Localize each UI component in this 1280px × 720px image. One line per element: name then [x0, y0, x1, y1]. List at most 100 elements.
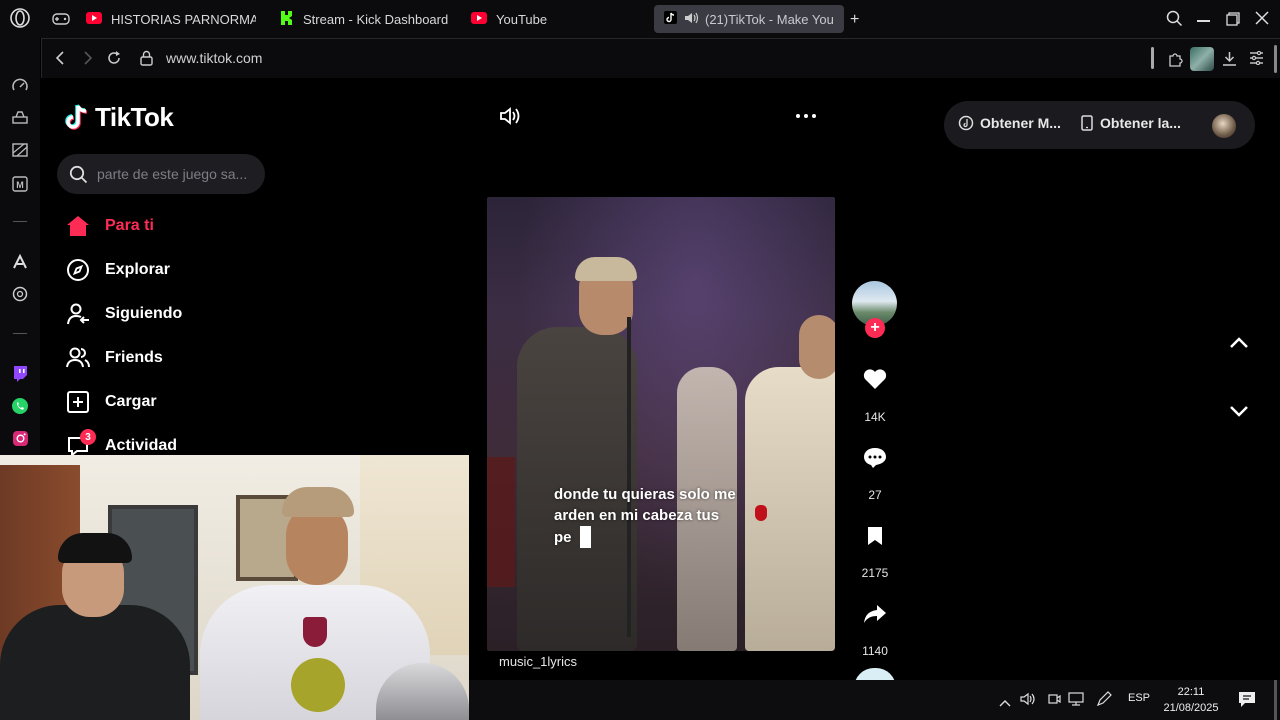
likes-count: 14K [864, 410, 886, 424]
youtube-icon [86, 11, 102, 27]
messenger-m-icon[interactable]: M [10, 174, 30, 194]
download-icon[interactable] [1222, 51, 1237, 71]
search-tabs-icon[interactable] [1166, 10, 1183, 32]
profile-avatar[interactable] [1190, 47, 1214, 71]
instagram-icon[interactable] [10, 428, 30, 448]
clock[interactable]: 22:11 21/08/2025 [1159, 684, 1223, 716]
tiktok-logo[interactable]: TikTok [65, 102, 174, 133]
workspace-icon[interactable] [10, 140, 30, 160]
get-coins-label: Obtener M... [980, 115, 1061, 131]
tab-tiktok[interactable]: (21)TikTok - Make You [654, 5, 844, 33]
tab-historias[interactable]: HISTORIAS PARNORMALE [86, 5, 256, 33]
tiktok-icon [664, 11, 677, 27]
address-bar-divider [1151, 47, 1154, 69]
pen-icon[interactable] [1096, 691, 1112, 712]
spotify-logo-icon [291, 658, 345, 712]
reload-icon[interactable] [106, 50, 122, 71]
chatgpt-icon[interactable] [10, 284, 30, 304]
svg-text:M: M [16, 180, 24, 190]
drum-figure [487, 457, 515, 587]
opera-logo-icon[interactable] [9, 7, 31, 29]
video-author[interactable]: music_1lyrics [499, 654, 577, 669]
coin-icon [958, 115, 974, 131]
person-right-cap [282, 487, 354, 517]
upload-icon [65, 389, 91, 415]
extensions-icon[interactable] [1167, 50, 1184, 72]
volume-tray-icon[interactable] [1020, 692, 1037, 711]
friends-icon [65, 345, 91, 371]
top-right-actions: Obtener M... Obtener la... [944, 101, 1255, 149]
video-caption: donde tu quieras solo me arden en mi cab… [554, 484, 736, 548]
nav-label: Friends [105, 349, 163, 366]
lock-icon[interactable] [140, 50, 153, 71]
guitarist-head [799, 315, 835, 379]
search-box[interactable]: parte de este juego sa... [57, 154, 265, 194]
phone-icon [1081, 115, 1093, 131]
page-scrollbar[interactable] [1274, 45, 1277, 73]
tab-label: YouTube [496, 11, 548, 27]
nav-label: Actividad [105, 437, 178, 454]
nav-explorar[interactable]: Explorar [65, 255, 170, 285]
language-indicator[interactable]: ESP [1128, 692, 1150, 704]
speed-dial-icon[interactable] [10, 76, 30, 96]
share-icon[interactable] [863, 604, 887, 629]
nav-friends[interactable]: Friends [65, 343, 163, 373]
next-video-chevron-down-icon[interactable] [1229, 404, 1249, 422]
sidebar-divider [13, 333, 27, 334]
nav-para-ti[interactable]: Para ti [65, 211, 154, 241]
bookmark-icon[interactable] [867, 526, 883, 551]
get-app-button[interactable]: Obtener la... [1081, 115, 1181, 131]
speaker-icon[interactable] [685, 12, 699, 27]
follow-plus-button[interactable]: + [865, 318, 885, 338]
comments-count: 27 [868, 488, 882, 502]
tab-label: Stream - Kick Dashboard [303, 11, 449, 27]
tab-label: (21)TikTok - Make You [705, 11, 834, 27]
volume-icon[interactable] [499, 106, 523, 131]
caption-cursor [579, 526, 591, 548]
compass-icon [65, 257, 91, 283]
show-desktop-button[interactable] [1274, 680, 1277, 720]
meet-icon[interactable] [1047, 692, 1061, 711]
nav-label: Explorar [105, 261, 170, 278]
home-icon [65, 213, 91, 239]
address-bar: www.tiktok.com [41, 38, 1280, 78]
back-icon[interactable] [54, 51, 66, 70]
like-heart-icon[interactable] [863, 368, 887, 395]
whatsapp-icon[interactable] [10, 396, 30, 416]
caption-line: arden en mi cabeza tus [554, 507, 720, 524]
aria-icon[interactable] [10, 108, 30, 128]
network-icon[interactable] [1068, 692, 1084, 711]
new-tab-plus-icon[interactable]: + [850, 11, 859, 29]
comment-icon[interactable] [863, 447, 887, 474]
notifications-icon[interactable] [1238, 691, 1256, 713]
tab-youtube[interactable]: YouTube [471, 5, 571, 33]
person-left-body [0, 605, 190, 720]
nav-label: Cargar [105, 393, 157, 410]
kick-icon [281, 10, 294, 28]
activity-badge: 3 [80, 429, 96, 445]
tab-kick[interactable]: Stream - Kick Dashboard [281, 5, 456, 33]
webcam-overlay [0, 455, 469, 720]
get-coins-button[interactable]: Obtener M... [958, 115, 1061, 131]
twitch-icon[interactable] [10, 363, 30, 383]
nav-siguiendo[interactable]: Siguiendo [65, 299, 182, 329]
chevron-up-icon[interactable] [999, 694, 1011, 712]
search-input[interactable]: parte de este juego sa... [97, 166, 247, 182]
easy-setup-icon[interactable] [1249, 50, 1264, 70]
aria-a-icon[interactable] [10, 252, 30, 272]
video-player[interactable]: donde tu quieras solo me arden en mi cab… [487, 197, 835, 651]
maximize-icon[interactable] [1226, 12, 1240, 31]
more-options-icon[interactable] [796, 114, 816, 118]
previous-video-chevron-up-icon[interactable] [1229, 336, 1249, 354]
minimize-icon[interactable] [1197, 20, 1210, 22]
barcelona-crest-icon [303, 617, 327, 647]
url-field[interactable]: www.tiktok.com [166, 50, 262, 66]
user-avatar[interactable] [1212, 114, 1236, 138]
mic-stand [627, 317, 631, 637]
close-window-icon[interactable] [1255, 11, 1269, 30]
nav-cargar[interactable]: Cargar [65, 387, 157, 417]
singer-cap [575, 257, 637, 281]
hand-pointer-icon [755, 505, 767, 521]
gamepad-icon[interactable] [51, 11, 71, 27]
forward-icon[interactable] [82, 51, 94, 70]
